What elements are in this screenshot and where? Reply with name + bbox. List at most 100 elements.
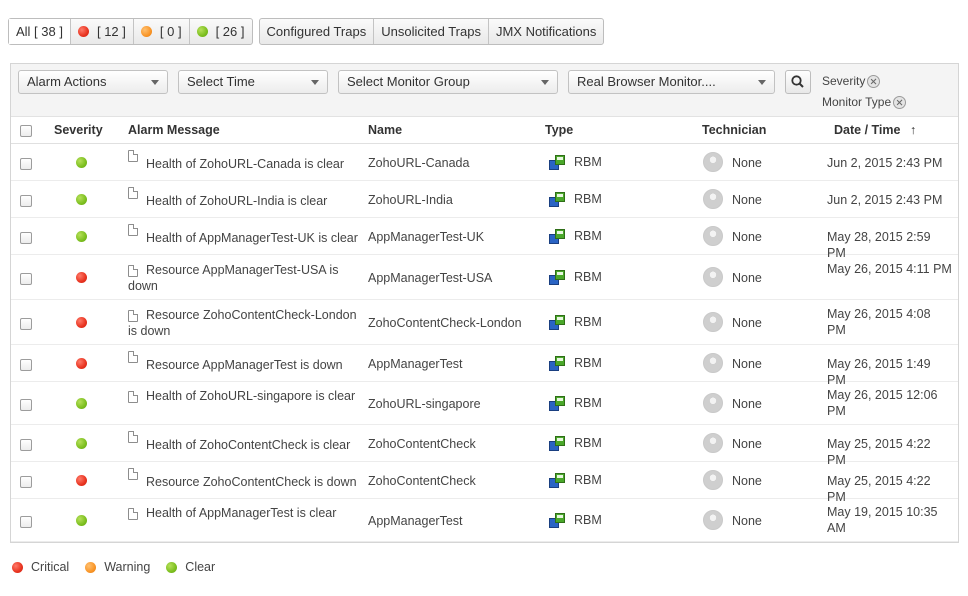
- monitor-name-link[interactable]: ZohoContentCheck: [368, 436, 476, 452]
- monitor-group-select[interactable]: Select Monitor Group: [338, 70, 558, 94]
- monitor-name-link[interactable]: ZohoContentCheck-London: [368, 315, 522, 331]
- tab-all[interactable]: All [ 38 ]: [9, 19, 70, 44]
- alarm-message-link[interactable]: Resource AppManagerTest-USA is down: [128, 262, 363, 294]
- alarm-message-link[interactable]: Resource AppManagerTest is down: [128, 357, 363, 373]
- monitor-name-link[interactable]: ZohoURL-India: [368, 192, 453, 208]
- technician-name[interactable]: None: [732, 192, 762, 208]
- table-row[interactable]: Resource ZohoContentCheck is down ZohoCon…: [11, 462, 958, 504]
- technician-name[interactable]: None: [732, 436, 762, 452]
- row-checkbox[interactable]: [20, 358, 32, 371]
- severity-tab-group: All [ 38 ] [ 12 ] [ 0 ] [ 26 ]: [8, 18, 253, 45]
- column-severity[interactable]: Severity: [54, 123, 103, 137]
- row-checkbox[interactable]: [20, 475, 32, 488]
- severity-cell: [76, 396, 87, 410]
- tab-clear[interactable]: [ 26 ]: [188, 19, 252, 44]
- clear-dot-icon: [76, 156, 87, 168]
- technician-name[interactable]: None: [732, 513, 762, 529]
- severity-cell: [76, 192, 87, 206]
- row-checkbox[interactable]: [20, 515, 32, 528]
- monitor-name-link[interactable]: AppManagerTest: [368, 513, 463, 529]
- type-label: RBM: [574, 435, 602, 450]
- row-checkbox[interactable]: [20, 398, 32, 411]
- technician-avatar: [703, 266, 723, 287]
- column-name[interactable]: Name: [368, 123, 402, 137]
- rbm-monitor-icon: [549, 154, 565, 171]
- tab-unsolicited-traps[interactable]: Unsolicited Traps: [373, 19, 488, 44]
- legend-warning-label: Warning: [104, 560, 151, 574]
- monitor-type-filter-label: Monitor Type: [822, 95, 892, 109]
- tab-critical[interactable]: [ 12 ]: [69, 19, 133, 44]
- remove-severity-filter-icon[interactable]: [867, 74, 881, 88]
- column-type[interactable]: Type: [545, 123, 573, 137]
- date-time-cell: May 19, 2015 10:35 AM: [827, 504, 938, 535]
- alarm-actions-label: Alarm Actions: [27, 74, 107, 89]
- tab-jmx-notifications[interactable]: JMX Notifications: [487, 19, 603, 44]
- monitor-name-link[interactable]: ZohoURL-singapore: [368, 396, 481, 412]
- tab-clear-count: [ 26 ]: [215, 24, 245, 39]
- column-alarm-message[interactable]: Alarm Message: [128, 123, 220, 137]
- technician-name[interactable]: None: [732, 315, 762, 331]
- alarm-message-link[interactable]: Resource ZohoContentCheck is down: [128, 474, 363, 490]
- monitor-name-link[interactable]: ZohoURL-Canada: [368, 155, 469, 171]
- tab-configured-traps[interactable]: Configured Traps: [260, 19, 374, 44]
- critical-dot-icon: [76, 271, 87, 283]
- technician-name[interactable]: None: [732, 155, 762, 171]
- alarm-message-link[interactable]: Health of ZohoURL-India is clear: [128, 193, 363, 209]
- select-all-checkbox[interactable]: [20, 125, 32, 137]
- type-label: RBM: [574, 355, 602, 370]
- table-row[interactable]: Health of AppManagerTest-UK is clear AppM…: [11, 218, 958, 260]
- severity-cell: [76, 436, 87, 450]
- alarm-message-link[interactable]: Health of AppManagerTest is clear: [128, 505, 363, 521]
- remove-monitor-type-filter-icon[interactable]: [893, 95, 907, 109]
- chevron-down-icon: [541, 80, 549, 85]
- table-row[interactable]: Health of ZohoURL-singapore is clear Zoho…: [11, 382, 958, 425]
- technician-name[interactable]: None: [732, 473, 762, 489]
- row-checkbox[interactable]: [20, 438, 32, 451]
- row-checkbox[interactable]: [20, 194, 32, 207]
- alarm-message-link[interactable]: Health of ZohoContentCheck is clear: [128, 437, 363, 453]
- technician-name[interactable]: None: [732, 270, 762, 286]
- monitor-name-link[interactable]: AppManagerTest-UK: [368, 229, 484, 245]
- legend-clear-label: Clear: [185, 560, 216, 574]
- sort-ascending-icon: ↑: [909, 123, 917, 137]
- column-technician[interactable]: Technician: [702, 123, 766, 137]
- rbm-monitor-icon: [549, 435, 565, 452]
- severity-cell: [76, 155, 87, 169]
- warning-dot-icon: [85, 561, 97, 573]
- row-checkbox[interactable]: [20, 272, 32, 285]
- technician-name[interactable]: None: [732, 356, 762, 372]
- severity-cell: [76, 315, 87, 329]
- type-label: RBM: [574, 191, 602, 206]
- monitor-type-select[interactable]: Real Browser Monitor....: [568, 70, 775, 94]
- alarm-actions-select[interactable]: Alarm Actions: [18, 70, 168, 94]
- rbm-monitor-icon: [549, 314, 565, 331]
- technician-avatar: [703, 469, 723, 490]
- technician-name[interactable]: None: [732, 396, 762, 412]
- alarm-message-link[interactable]: Resource ZohoContentCheck-London is down: [128, 307, 363, 339]
- trap-tab-group: Configured Traps Unsolicited Traps JMX N…: [258, 18, 605, 45]
- table-row[interactable]: Health of AppManagerTest is clear AppMana…: [11, 499, 958, 542]
- alarm-message-link[interactable]: Health of ZohoURL-Canada is clear: [128, 156, 363, 172]
- type-label: RBM: [574, 395, 602, 410]
- monitor-name-link[interactable]: AppManagerTest-USA: [368, 270, 492, 286]
- technician-name[interactable]: None: [732, 229, 762, 245]
- clear-dot-icon: [76, 514, 87, 526]
- table-row[interactable]: Health of ZohoContentCheck is clear ZohoC…: [11, 425, 958, 467]
- table-row[interactable]: Resource AppManagerTest is down AppManage…: [11, 345, 958, 387]
- select-time-select[interactable]: Select Time: [178, 70, 328, 94]
- alarm-message-link[interactable]: Health of ZohoURL-singapore is clear: [128, 388, 363, 404]
- table-row[interactable]: Health of ZohoURL-India is clear ZohoURL-…: [11, 181, 958, 218]
- tab-warning[interactable]: [ 0 ]: [132, 19, 189, 44]
- search-button[interactable]: [785, 70, 811, 94]
- row-checkbox[interactable]: [20, 317, 32, 330]
- table-row[interactable]: Resource ZohoContentCheck-London is down…: [11, 300, 958, 345]
- monitor-name-link[interactable]: AppManagerTest: [368, 356, 463, 372]
- row-checkbox[interactable]: [20, 157, 32, 170]
- table-body: Health of ZohoURL-Canada is clear ZohoURL…: [11, 144, 958, 542]
- table-row[interactable]: Health of ZohoURL-Canada is clear ZohoURL…: [11, 144, 958, 181]
- monitor-name-link[interactable]: ZohoContentCheck: [368, 473, 476, 489]
- table-row[interactable]: Resource AppManagerTest-USA is down AppMa…: [11, 255, 958, 300]
- column-date-time[interactable]: Date / Time ↑: [834, 123, 916, 137]
- row-checkbox[interactable]: [20, 231, 32, 244]
- alarm-message-link[interactable]: Health of AppManagerTest-UK is clear: [128, 230, 363, 246]
